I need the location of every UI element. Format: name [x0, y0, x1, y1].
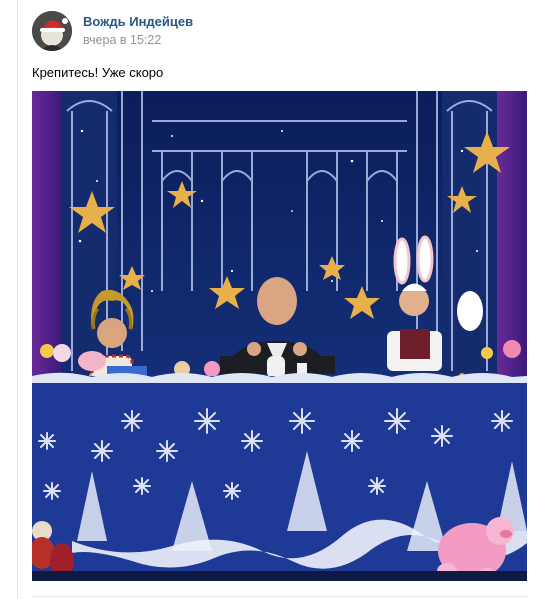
- post-divider: [32, 596, 528, 597]
- post-date[interactable]: вчера в 15:22: [83, 33, 161, 47]
- author-name[interactable]: Вождь Индейцев: [83, 14, 193, 29]
- post-photo[interactable]: [32, 91, 527, 581]
- post-text: Крепитесь! Уже скоро: [32, 65, 164, 80]
- wall-post: Вождь Индейцев вчера в 15:22 Крепитесь! …: [17, 0, 545, 599]
- author-avatar[interactable]: [32, 11, 72, 51]
